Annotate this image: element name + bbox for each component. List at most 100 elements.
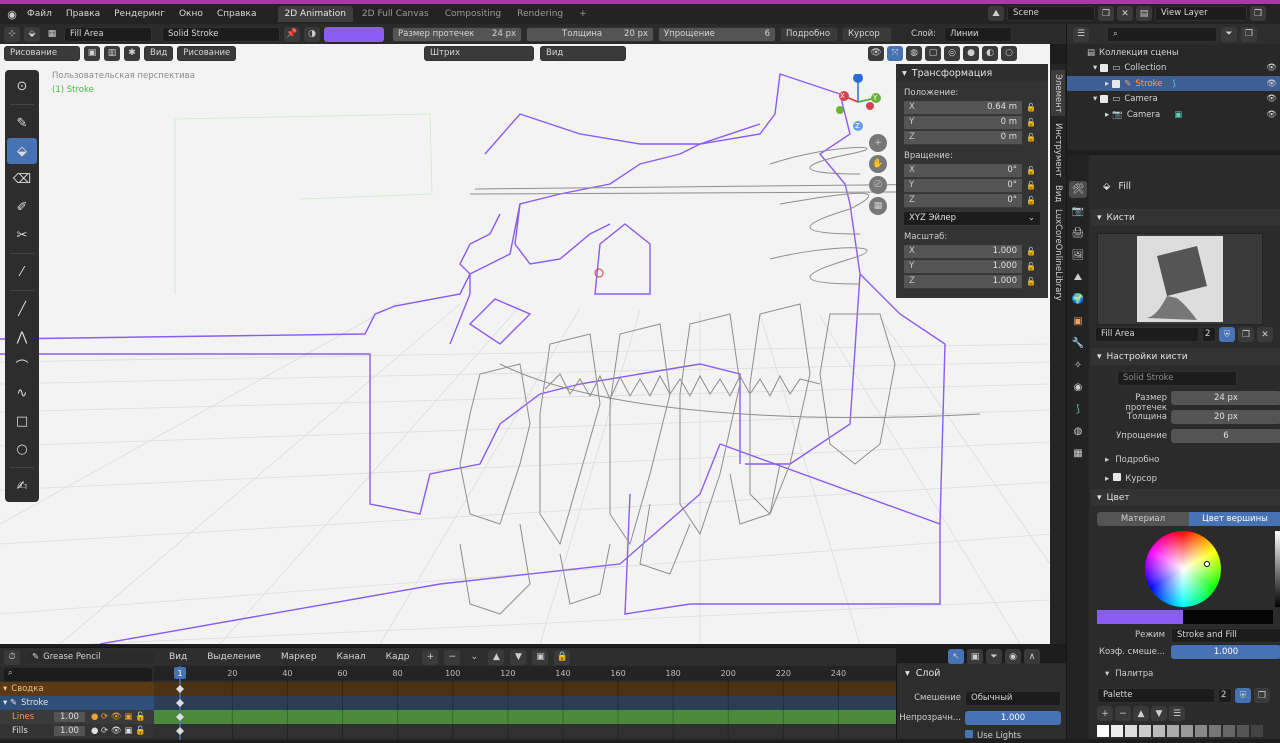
pan-hand-icon[interactable]: ✋ xyxy=(869,155,887,173)
scene-field[interactable]: Scene xyxy=(1007,6,1095,21)
texture-tab-icon[interactable]: ▦ xyxy=(1069,445,1087,462)
dope-sheet-type-icon[interactable]: ⏱ xyxy=(4,649,20,665)
outliner-camera-collection[interactable]: ▾ ▭ Camera 👁 xyxy=(1067,91,1280,106)
view-orientation-dropdown[interactable]: Вид xyxy=(540,45,626,61)
erase-tool-icon[interactable]: ⌫ xyxy=(7,166,37,192)
brush-name-field[interactable]: Fill Area xyxy=(64,26,152,42)
draw-menu[interactable]: Рисование xyxy=(177,45,237,61)
wireframe-icon[interactable]: ◎ xyxy=(944,45,960,61)
lock-icon[interactable]: 🔓 xyxy=(1022,133,1040,142)
physics-tab-icon[interactable]: ◉ xyxy=(1069,379,1087,396)
view-layer-icon[interactable]: ▤ xyxy=(1136,6,1152,21)
lock-icon[interactable]: 🔓 xyxy=(1022,181,1040,190)
location-z-field[interactable]: Z0 m xyxy=(904,130,1022,145)
snap-icon[interactable]: ✱ xyxy=(124,45,140,61)
camera-view-icon[interactable]: ⎚ xyxy=(869,176,887,194)
lock-icon[interactable]: 🔓 xyxy=(1022,196,1040,205)
outliner-type-icon[interactable]: ☰ xyxy=(1073,26,1089,42)
fill-tool-icon[interactable]: ⬙ xyxy=(24,26,40,42)
mode-dropdown[interactable]: Рисование xyxy=(4,45,80,61)
zoom-icon[interactable]: + xyxy=(869,134,887,152)
channel-search-input[interactable]: ⌕ xyxy=(4,668,152,681)
fill-tool-icon[interactable]: ⬙ xyxy=(7,138,37,164)
blend-dropdown[interactable]: Обычный xyxy=(965,691,1061,706)
gizmo-toggle-icon[interactable]: ⤧ xyxy=(887,45,903,61)
thickness-field[interactable]: Толщина 20 px xyxy=(526,26,654,42)
material-tab-icon[interactable]: ◍ xyxy=(1069,423,1087,440)
tab-rendering[interactable]: Rendering xyxy=(510,6,570,22)
add-layer-icon[interactable]: + xyxy=(422,649,439,665)
stroke-placement-dropdown[interactable]: Штрих xyxy=(424,45,534,61)
fake-user-icon[interactable]: ⛨ xyxy=(1219,327,1235,342)
color-swatch-bar[interactable] xyxy=(1097,610,1273,624)
material-field[interactable]: Solid Stroke xyxy=(162,26,280,42)
data-tab-icon[interactable]: ⟆ xyxy=(1069,401,1087,418)
color-swatch[interactable] xyxy=(324,26,384,42)
unlink-brush-icon[interactable]: ✕ xyxy=(1257,327,1273,342)
tab-luxcore[interactable]: LuxCoreOnlineLibrary xyxy=(1051,209,1065,301)
channel-lines[interactable]: Lines 1.00 ● ⟳ 👁 ▣ 🔓 xyxy=(0,710,154,724)
eyedropper-tool-icon[interactable]: ⁄ xyxy=(7,259,37,285)
line-tool-icon[interactable]: ╱ xyxy=(7,296,37,322)
effects-tab-icon[interactable]: ✧ xyxy=(1069,357,1087,374)
location-x-field[interactable]: X 0.64 m xyxy=(904,100,1022,115)
material-preview-icon[interactable]: ◐ xyxy=(982,45,998,61)
lock-icon[interactable]: 🔓 xyxy=(1022,277,1040,286)
3d-viewport[interactable]: Рисование ▣ ▥ ✱ Вид Рисование Штрих Вид … xyxy=(0,44,1050,644)
proportional-icon[interactable]: ◉ xyxy=(1005,649,1021,664)
annotate-tool-icon[interactable]: ✍ xyxy=(7,473,37,499)
detail-subpanel[interactable]: ▸ Подробно xyxy=(1105,455,1159,465)
cursor-subpanel[interactable]: ▸ Курсор xyxy=(1105,473,1157,484)
world-tab-icon[interactable]: 🌍 xyxy=(1069,291,1087,308)
detail-dropdown[interactable]: Подробно xyxy=(780,26,838,42)
lock-icon[interactable]: 🔓 xyxy=(1022,166,1040,175)
visibility-icon[interactable]: 👁 xyxy=(868,45,884,61)
cutter-tool-icon[interactable]: ✂ xyxy=(7,222,37,248)
lock-icon[interactable]: 🔓 xyxy=(1022,247,1040,256)
menu-window[interactable]: Окно xyxy=(172,9,210,19)
brushes-section[interactable]: ▾ Кисти xyxy=(1091,209,1280,226)
circle-tool-icon[interactable]: ○ xyxy=(7,436,37,462)
rotation-mode-dropdown[interactable]: XYZ Эйлер ⌄ xyxy=(904,211,1040,226)
outliner-collection[interactable]: ▾ ▭ Collection 👁 xyxy=(1067,60,1280,75)
lock-icon[interactable]: 🔓 xyxy=(1022,262,1040,271)
transform-panel-header[interactable]: ▾ Трансформация xyxy=(896,64,1048,82)
new-collection-icon[interactable]: ❐ xyxy=(1241,26,1257,42)
lock-layer-icon[interactable]: 🔒 xyxy=(554,649,571,665)
mode-selector[interactable]: ✎ Grease Pencil xyxy=(26,649,156,665)
opacity-field[interactable]: 1.000 xyxy=(965,711,1061,725)
view-menu[interactable]: Вид xyxy=(144,45,174,61)
outliner-search-input[interactable]: ⌕ xyxy=(1107,26,1217,42)
outliner-camera[interactable]: ▸ 📷 Camera ▣ 👁 xyxy=(1067,107,1280,122)
props-size-field[interactable]: 24 px xyxy=(1171,391,1280,405)
layer-up-icon[interactable]: ▲ xyxy=(488,649,505,665)
multiframe-icon[interactable]: ▣ xyxy=(84,45,100,61)
tl-menu-view[interactable]: Вид xyxy=(162,652,194,662)
render-preview-icon[interactable]: ○ xyxy=(1001,45,1017,61)
navigation-gizmo[interactable]: X Y Z xyxy=(830,73,890,134)
tab-2d-animation[interactable]: 2D Animation xyxy=(277,6,353,22)
move-down-icon[interactable]: ▼ xyxy=(1151,706,1167,721)
filter-icon[interactable]: ⏷ xyxy=(1221,26,1237,42)
mode-dropdown[interactable]: Stroke and Fill xyxy=(1171,628,1280,643)
curve-icon[interactable]: ∧ xyxy=(1024,649,1040,664)
scene-close-icon[interactable]: ✕ xyxy=(1117,6,1133,21)
select-mode-icon[interactable]: ↖ xyxy=(948,649,964,664)
scale-z-field[interactable]: Z 1.000 xyxy=(904,274,1022,289)
color-section[interactable]: ▾ Цвет xyxy=(1091,489,1280,506)
add-color-icon[interactable]: + xyxy=(1097,706,1113,721)
leak-size-field[interactable]: Размер протечек 24 px xyxy=(392,26,522,42)
palette-swatches[interactable] xyxy=(1097,725,1280,737)
object-tab-icon[interactable]: ▣ xyxy=(1069,313,1087,330)
solid-icon[interactable]: ● xyxy=(963,45,979,61)
palette-name-field[interactable]: Palette xyxy=(1097,688,1215,703)
modifier-tab-icon[interactable]: 🔧 xyxy=(1069,335,1087,352)
lock-icon[interactable]: 🔓 xyxy=(1022,103,1040,112)
select-tool-icon[interactable]: ⊙ xyxy=(7,73,37,99)
brush-settings-section[interactable]: ▾ Настройки кисти xyxy=(1091,348,1280,365)
rotation-z-field[interactable]: Z 0° xyxy=(904,193,1022,208)
editor-type-icon[interactable]: ⊹ xyxy=(4,26,20,42)
sort-icon[interactable]: ☰ xyxy=(1169,706,1185,721)
tl-menu-channel[interactable]: Канал xyxy=(330,652,373,662)
scene-tab-icon[interactable]: ⛰ xyxy=(1069,269,1087,286)
